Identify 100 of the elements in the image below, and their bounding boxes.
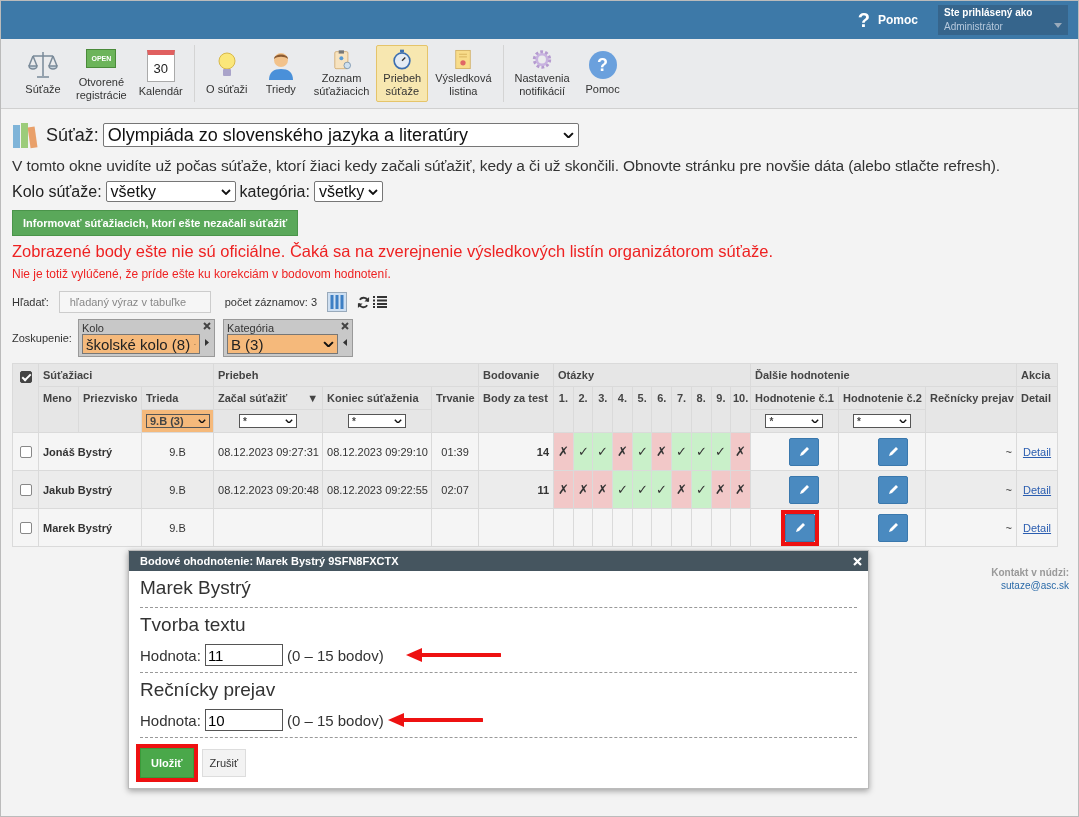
column-group-header: Ďalšie hodnotenie: [755, 369, 850, 381]
columns-icon[interactable]: [327, 292, 348, 312]
student-name: Jonáš Bystrý: [43, 445, 113, 458]
help-icon: ?: [588, 51, 617, 79]
edit-button[interactable]: [878, 513, 908, 542]
contest-select[interactable]: Olympiáda zo slovenského jazyka a literatúry: [102, 123, 579, 147]
value-field[interactable]: 10: [204, 709, 283, 731]
column-header[interactable]: 2.: [578, 392, 588, 404]
column-header[interactable]: 6.: [657, 392, 667, 404]
dialog-title: Bodové ohodnotenie: Marek Bystrý 9SFN8FXCTX: [140, 555, 399, 567]
value-label: Hodnota:: [140, 646, 201, 664]
search-label: Hľadať:: [12, 296, 49, 308]
filter-select[interactable]: *: [239, 414, 298, 428]
filter-select[interactable]: *: [853, 414, 911, 428]
table-cell: ~: [1005, 483, 1012, 496]
table-cell: 02:07: [441, 483, 469, 496]
column-header[interactable]: 5.: [637, 392, 647, 404]
pencil-icon: [887, 521, 899, 534]
column-header[interactable]: 1.: [558, 392, 568, 404]
pencil-icon: [887, 483, 899, 496]
category-select[interactable]: všetky: [313, 181, 384, 202]
toolbar-button[interactable]: Priebeh súťaže: [376, 45, 429, 102]
grouping-label: Zoskupenie:: [12, 332, 72, 344]
row-checkbox[interactable]: [19, 522, 32, 535]
student-name: Marek Bystrý: [140, 577, 251, 598]
column-group-header: Otázky: [558, 369, 595, 381]
value-field[interactable]: 11: [204, 644, 283, 666]
close-icon[interactable]: [202, 322, 211, 330]
column-group-header: Súťažiaci: [43, 369, 93, 381]
contest-label: Súťaž:: [46, 124, 99, 146]
table-cell: 08.12.2023 09:29:10: [327, 445, 428, 458]
help-link[interactable]: Pomoc: [878, 13, 918, 27]
scales-icon: [27, 49, 59, 81]
toolbar-button[interactable]: ? Pomoc: [576, 45, 629, 102]
column-header[interactable]: Začal súťažiť: [218, 392, 288, 404]
column-header[interactable]: Meno: [43, 392, 72, 404]
range-hint: (0 – 15 bodov): [286, 646, 384, 664]
search-field[interactable]: hľadaný výraz v tabuľke: [58, 291, 211, 313]
edit-button[interactable]: [878, 437, 908, 466]
column-group-header: Bodovanie: [483, 369, 540, 381]
toolbar-button[interactable]: O súťaži: [200, 45, 253, 102]
toolbar-button[interactable]: Výsledková listina: [430, 45, 497, 102]
column-header[interactable]: 4.: [617, 392, 628, 404]
table-cell: ~: [1005, 521, 1012, 534]
column-header[interactable]: 8.: [696, 392, 706, 404]
group-select[interactable]: B (3): [226, 334, 338, 354]
select-all-checkbox[interactable]: [19, 371, 32, 384]
close-icon[interactable]: [340, 322, 349, 330]
range-hint: (0 – 15 bodov): [286, 711, 384, 729]
column-header[interactable]: 9.: [716, 392, 726, 404]
move-left-icon[interactable]: [342, 338, 347, 346]
toolbar-button[interactable]: 30 Kalendár: [133, 45, 188, 102]
filter-select[interactable]: 9.B (3): [146, 414, 210, 428]
filter-select[interactable]: *: [765, 414, 824, 428]
cancel-button[interactable]: Zrušiť: [201, 749, 247, 777]
warning-note: Nie je totiž vylúčené, že príde ešte ku korekciám v bodovom hodnotení.: [12, 267, 392, 281]
user-menu[interactable]: Ste prihlásený ako Administrátor: [938, 5, 1068, 35]
edit-button[interactable]: [789, 437, 820, 466]
student-name: Jakub Bystrý: [43, 483, 113, 496]
column-group-header: Priebeh: [218, 369, 259, 381]
filter-select[interactable]: *: [348, 414, 407, 428]
table-cell: 9.B: [169, 483, 186, 496]
table-cell: 9.B: [169, 521, 186, 534]
table-cell: 9.B: [169, 445, 186, 458]
group-select[interactable]: školské kolo (8): [81, 334, 200, 354]
toolbar-button[interactable]: Nastavenia notifikácií: [509, 45, 575, 102]
contact-email[interactable]: sutaze@asc.sk: [991, 580, 1069, 591]
toolbar-button[interactable]: Triedy: [254, 45, 307, 102]
warning-text: Zobrazené body ešte nie sú oficiálne. Čaká sa na zverejnenie výsledkových listín organizátorom súťaže.: [12, 242, 774, 261]
table-cell: 08.12.2023 09:22:55: [327, 483, 428, 496]
record-count: počet záznamov: 3: [224, 296, 318, 308]
caret-icon: [1054, 23, 1062, 28]
column-header[interactable]: Detail: [1021, 392, 1051, 404]
list-icon[interactable]: [373, 296, 388, 308]
pencil-icon: [887, 445, 899, 458]
help-icon[interactable]: ?: [857, 8, 870, 32]
column-header[interactable]: 3.: [598, 392, 608, 404]
toolbar-button[interactable]: Súťaže: [17, 45, 69, 102]
column-group-header: Akcia: [1021, 369, 1051, 381]
pencil-icon: [798, 445, 811, 458]
table-cell: ~: [1005, 445, 1012, 458]
sort-indicator: ▼: [307, 392, 319, 404]
column-header[interactable]: 7.: [676, 392, 687, 404]
row-checkbox[interactable]: [19, 446, 32, 459]
toolbar-button[interactable]: Zoznam súťažiacich: [308, 45, 375, 102]
refresh-icon[interactable]: [357, 295, 371, 309]
student-name: Marek Bystrý: [43, 521, 113, 534]
edit-button[interactable]: [878, 475, 908, 504]
round-label: Kolo súťaže:: [12, 182, 102, 201]
pencil-icon: [794, 521, 807, 534]
section-heading: Rečnícky prejav: [140, 679, 277, 701]
row-checkbox[interactable]: [19, 484, 32, 497]
contact-label: Kontakt v núdzi:: [991, 567, 1069, 578]
move-right-icon[interactable]: [204, 338, 209, 346]
table-cell: 08.12.2023 09:20:48: [218, 483, 319, 496]
table-cell: 08.12.2023 09:27:31: [218, 445, 319, 458]
round-select[interactable]: všetky: [105, 181, 236, 202]
section-heading: Tvorba textu: [140, 614, 247, 636]
edit-button[interactable]: [789, 475, 820, 504]
intro-text: V tomto okne uvidíte už počas súťaže, ktorí žiaci kedy začali súťažiť, kedy a či už skončili. Obnovte stránku pre novšie dáta (alebo stlačte refresh).: [12, 157, 1002, 175]
